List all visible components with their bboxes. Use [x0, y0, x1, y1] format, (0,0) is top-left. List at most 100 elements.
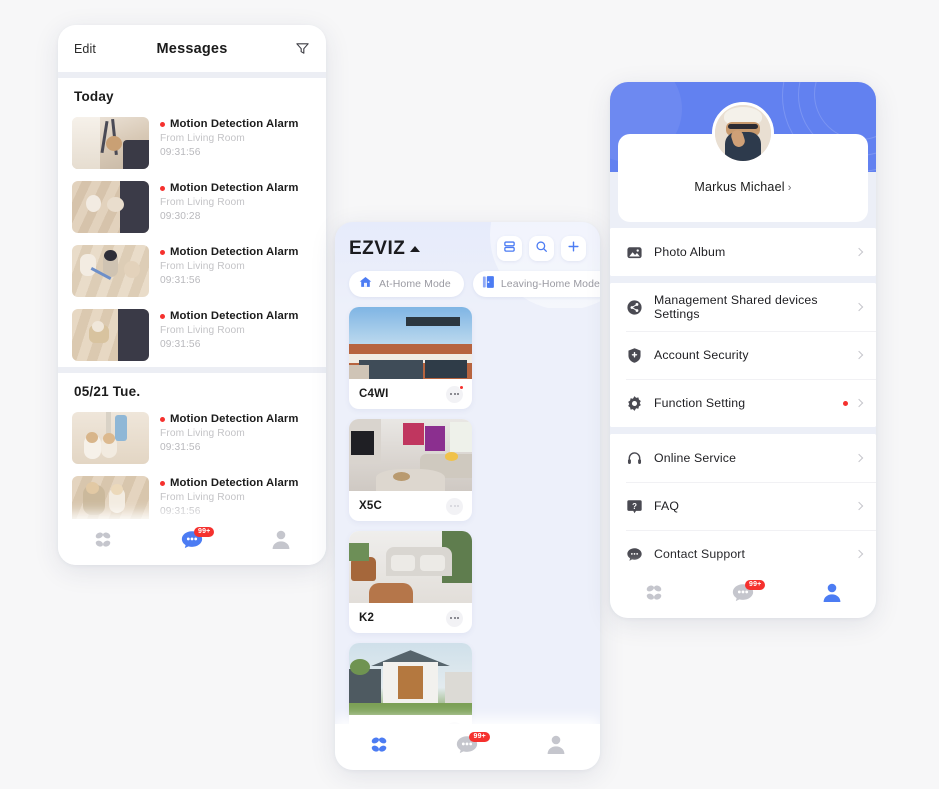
menu-row-online-service[interactable]: Online Service	[610, 434, 876, 482]
menu-row-contact-support[interactable]: Contact Support	[610, 530, 876, 572]
menu-row-shared-devices[interactable]: Management Shared devices Settings	[610, 283, 876, 331]
event-thumbnail	[72, 181, 149, 233]
caret-up-icon[interactable]	[410, 245, 421, 252]
mode-label: At-Home Mode	[379, 278, 451, 290]
search-button[interactable]	[529, 236, 554, 261]
device-name: C4WI	[359, 388, 389, 400]
menu-group: Photo Album	[610, 228, 876, 276]
message-title: Motion Detection Alarm	[170, 413, 299, 425]
message-row[interactable]: Motion Detection Alarm From Living Room …	[58, 111, 326, 175]
menu-row-account-security[interactable]: Account Security	[610, 331, 876, 379]
screenshot-stage: Edit Messages Today Motion Detection Ala…	[0, 0, 939, 789]
event-thumbnail	[72, 309, 149, 361]
profile-name-row[interactable]: Markus Michael ›	[618, 180, 868, 194]
message-row[interactable]: Motion Detection Alarm From Living Room …	[58, 239, 326, 303]
mode-at-home[interactable]: At-Home Mode	[349, 271, 464, 297]
device-more-button[interactable]	[446, 497, 463, 515]
message-time: 09:31:56	[160, 339, 201, 350]
device-footer: K2	[349, 603, 472, 633]
edit-button[interactable]: Edit	[74, 42, 96, 56]
menu-row-function-setting[interactable]: Function Setting	[610, 379, 876, 427]
brand-wordmark: EZVIZ	[349, 237, 406, 259]
ezviz-brand[interactable]: EZVIZ	[349, 237, 421, 260]
device-snapshot	[349, 531, 472, 603]
message-source: From Living Room	[160, 261, 245, 272]
messages-topbar: Edit Messages	[58, 25, 326, 72]
chevron-right-icon	[854, 350, 864, 360]
message-time: 09:31:56	[160, 506, 201, 517]
door-icon	[482, 275, 495, 294]
menu-row-right	[854, 549, 864, 559]
search-icon	[535, 240, 548, 258]
message-row[interactable]: Motion Detection Alarm From Living Room …	[58, 175, 326, 239]
unread-badge: 99+	[469, 732, 490, 742]
tab-devices[interactable]	[335, 724, 423, 770]
mode-label: Leaving-Home Mode	[500, 278, 600, 290]
devices-pinwheel-icon	[643, 583, 665, 608]
message-title: Motion Detection Alarm	[170, 246, 299, 258]
devices-pinwheel-icon	[368, 735, 390, 760]
tab-devices[interactable]	[610, 572, 699, 618]
device-card[interactable]: C4WI	[349, 307, 472, 409]
device-footer: X5C	[349, 491, 472, 521]
message-body: Motion Detection Alarm From Living Room …	[160, 117, 299, 158]
tab-devices[interactable]	[58, 519, 147, 565]
chevron-right-icon	[854, 398, 864, 408]
chevron-right-icon	[854, 247, 864, 257]
menu-label: Photo Album	[654, 245, 726, 259]
menu-row-photo-album[interactable]: Photo Album	[610, 228, 876, 276]
tab-messages[interactable]: 99+	[147, 519, 236, 565]
messages-tabbar: 99+	[58, 519, 326, 565]
menu-row-right	[854, 453, 864, 463]
device-snapshot	[349, 307, 472, 379]
device-name: X5C	[359, 500, 382, 512]
tab-messages[interactable]: 99+	[423, 724, 511, 770]
menu-row-faq[interactable]: ? FAQ	[610, 482, 876, 530]
group-header: Today	[74, 89, 114, 104]
group-header: 05/21 Tue.	[74, 384, 141, 399]
message-title: Motion Detection Alarm	[170, 310, 299, 322]
menu-row-right	[854, 350, 864, 360]
profile-panel: Markus Michael › Photo Album Management …	[610, 82, 876, 618]
message-body: Motion Detection Alarm From Living Room …	[160, 245, 299, 286]
chevron-right-icon	[854, 453, 864, 463]
layout-toggle-button[interactable]	[497, 236, 522, 261]
message-source: From Living Room	[160, 197, 245, 208]
profile-person-icon	[822, 582, 842, 608]
messages-list[interactable]: Today Motion Detection Alarm From Living…	[58, 78, 326, 539]
menu-label: Online Service	[654, 451, 737, 465]
menu-label: Function Setting	[654, 396, 746, 410]
device-more-button[interactable]	[446, 384, 464, 403]
tab-messages[interactable]: 99+	[699, 572, 788, 618]
message-time: 09:31:56	[160, 442, 201, 453]
message-source: From Living Room	[160, 492, 245, 503]
menu-row-right	[843, 398, 864, 408]
menu-group: Management Shared devices Settings Accou…	[610, 283, 876, 427]
device-more-button[interactable]	[446, 609, 463, 627]
menu-label: Management Shared devices Settings	[654, 293, 818, 321]
avatar[interactable]	[712, 102, 774, 164]
shield-icon	[626, 347, 643, 364]
event-thumbnail	[72, 245, 149, 297]
profile-card[interactable]: Markus Michael ›	[618, 102, 868, 222]
device-card[interactable]: X5C	[349, 419, 472, 521]
tab-profile[interactable]	[787, 572, 876, 618]
unread-dot	[160, 313, 165, 319]
svg-text:?: ?	[632, 501, 637, 510]
message-row[interactable]: Motion Detection Alarm From Living Room …	[58, 406, 326, 470]
add-device-button[interactable]	[561, 236, 586, 261]
device-snapshot	[349, 419, 472, 491]
message-group: Today Motion Detection Alarm From Living…	[58, 78, 326, 367]
filter-icon[interactable]	[295, 41, 310, 56]
page-title: Messages	[156, 40, 228, 57]
device-alert-dot	[459, 384, 464, 390]
device-card[interactable]: K2	[349, 531, 472, 633]
tab-profile[interactable]	[237, 519, 326, 565]
unread-dot	[160, 480, 165, 486]
mode-leaving-home[interactable]: Leaving-Home Mode	[472, 271, 600, 297]
profile-menu[interactable]: Photo Album Management Shared devices Se…	[610, 228, 876, 572]
message-row[interactable]: Motion Detection Alarm From Living Room …	[58, 303, 326, 367]
tab-profile[interactable]	[512, 724, 600, 770]
device-snapshot	[349, 643, 472, 715]
menu-label: Contact Support	[654, 547, 746, 561]
